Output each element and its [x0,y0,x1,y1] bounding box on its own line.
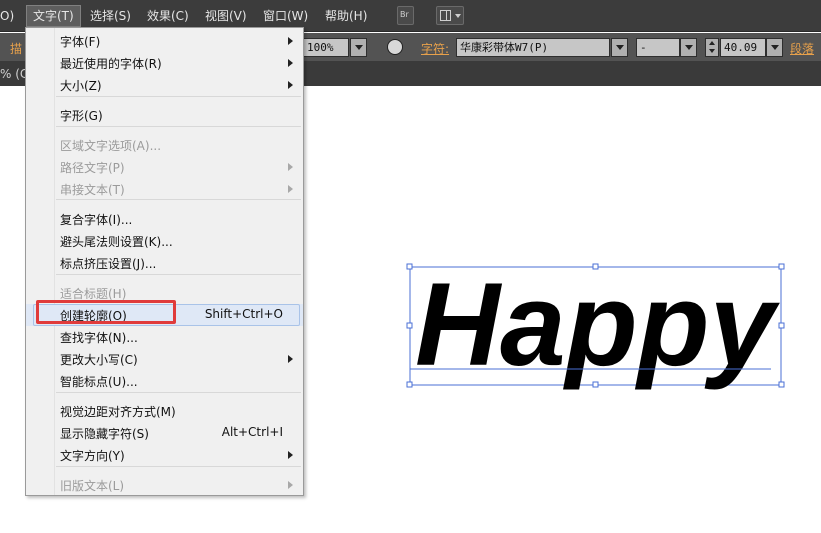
character-label[interactable]: 字符: [421,40,449,57]
artwork-selection[interactable]: Happy [405,262,790,394]
menu-select[interactable]: 选择(S) [90,6,131,26]
menu-object-partial[interactable]: O) [0,6,14,26]
opacity-dropdown[interactable] [350,38,367,57]
menu-item-label: 区域文字选项(A)... [60,139,162,153]
menu-item-label: 旧版文本(L) [60,479,125,493]
paragraph-label[interactable]: 段落 [790,40,814,57]
opacity-field[interactable]: 100% [303,38,349,57]
menu-item-legacy-text[interactable]: 旧版文本(L) [26,474,303,496]
menu-item-change-case[interactable]: 更改大小写(C) [26,348,303,370]
menu-item-type-orientation[interactable]: 文字方向(Y) [26,444,303,466]
menu-item-label: 查找字体(N)... [60,331,138,345]
menu-separator [56,199,301,200]
menu-item-label: 更改大小写(C) [60,353,138,367]
submenu-arrow-icon [288,481,293,489]
submenu-arrow-icon [288,163,293,171]
arrange-documents-button[interactable] [436,6,464,25]
menu-window[interactable]: 窗口(W) [263,6,308,26]
menu-item-label: 字体(F) [60,35,101,49]
bridge-icon: Br [400,10,409,19]
font-style-field[interactable]: - [636,38,680,57]
menu-separator [56,96,301,97]
menu-item-label: 最近使用的字体(R) [60,57,162,71]
menu-item-label: 智能标点(U)... [60,375,138,389]
menu-item-type-on-path[interactable]: 路径文字(P) [26,156,303,178]
menu-separator [56,392,301,393]
menu-item-composite-fonts[interactable]: 复合字体(I)... [26,208,303,230]
menu-item-label: 大小(Z) [60,79,102,93]
artwork-text[interactable]: Happy [415,262,780,391]
menu-item-label: 串接文本(T) [60,183,125,197]
menu-item-kinsoku-settings[interactable]: 避头尾法则设置(K)... [26,230,303,252]
menu-item-smart-punctuation[interactable]: 智能标点(U)... [26,370,303,392]
illustrator-window: O) 文字(T) 选择(S) 效果(C) 视图(V) 窗口(W) 帮助(H) B… [0,0,821,533]
menu-item-area-type-options[interactable]: 区域文字选项(A)... [26,134,303,156]
font-family-field[interactable]: 华康彩带体W7(P) [456,38,610,57]
menu-item-label: 视觉边距对齐方式(M) [60,405,176,419]
menu-item-label: 标点挤压设置(J)... [60,257,157,271]
submenu-arrow-icon [288,81,293,89]
font-size-field[interactable]: 40.09 [720,38,766,57]
menu-item-recent-fonts[interactable]: 最近使用的字体(R) [26,52,303,74]
type-menu-dropdown: 字体(F) 最近使用的字体(R) 大小(Z) 字形(G) 区域文字选项(A)... 路径文… [25,27,304,496]
menu-item-show-hidden-characters[interactable]: 显示隐藏字符(S) Alt+Ctrl+I [26,422,303,444]
menu-separator [56,466,301,467]
menu-item-font[interactable]: 字体(F) [26,30,303,52]
submenu-arrow-icon [288,185,293,193]
menu-item-threaded-text[interactable]: 串接文本(T) [26,178,303,200]
globe-icon[interactable] [387,39,403,55]
menu-item-glyphs[interactable]: 字形(G) [26,104,303,126]
highlight-callout [36,300,176,324]
menu-item-label: 避头尾法则设置(K)... [60,235,173,249]
stroke-label: 描 [10,42,23,56]
menu-separator [56,274,301,275]
menu-item-optical-margin-alignment[interactable]: 视觉边距对齐方式(M) [26,400,303,422]
menu-help[interactable]: 帮助(H) [325,6,367,26]
menu-item-label: 显示隐藏字符(S) [60,427,149,441]
submenu-arrow-icon [288,37,293,45]
menu-item-label: 字形(G) [60,109,103,123]
submenu-arrow-icon [288,451,293,459]
menu-type[interactable]: 文字(T) [26,5,81,27]
menu-separator [56,126,301,127]
menu-item-shortcut: Shift+Ctrl+O [204,307,283,321]
font-style-dropdown[interactable] [680,38,697,57]
menu-item-mojikumi-settings[interactable]: 标点挤压设置(J)... [26,252,303,274]
menu-view[interactable]: 视图(V) [205,6,247,26]
menu-item-find-font[interactable]: 查找字体(N)... [26,326,303,348]
layout-grid-icon [440,10,451,21]
menu-item-shortcut: Alt+Ctrl+I [221,425,283,439]
font-family-dropdown[interactable] [611,38,628,57]
submenu-arrow-icon [288,355,293,363]
submenu-arrow-icon [288,59,293,67]
menu-item-label: 文字方向(Y) [60,449,125,463]
menu-item-size[interactable]: 大小(Z) [26,74,303,96]
menu-effect[interactable]: 效果(C) [147,6,189,26]
font-size-stepper[interactable] [705,38,719,57]
font-size-dropdown[interactable] [766,38,783,57]
menu-item-label: 路径文字(P) [60,161,125,175]
chevron-down-icon [455,14,461,18]
menu-item-label: 复合字体(I)... [60,213,133,227]
bridge-button[interactable]: Br [397,6,414,25]
